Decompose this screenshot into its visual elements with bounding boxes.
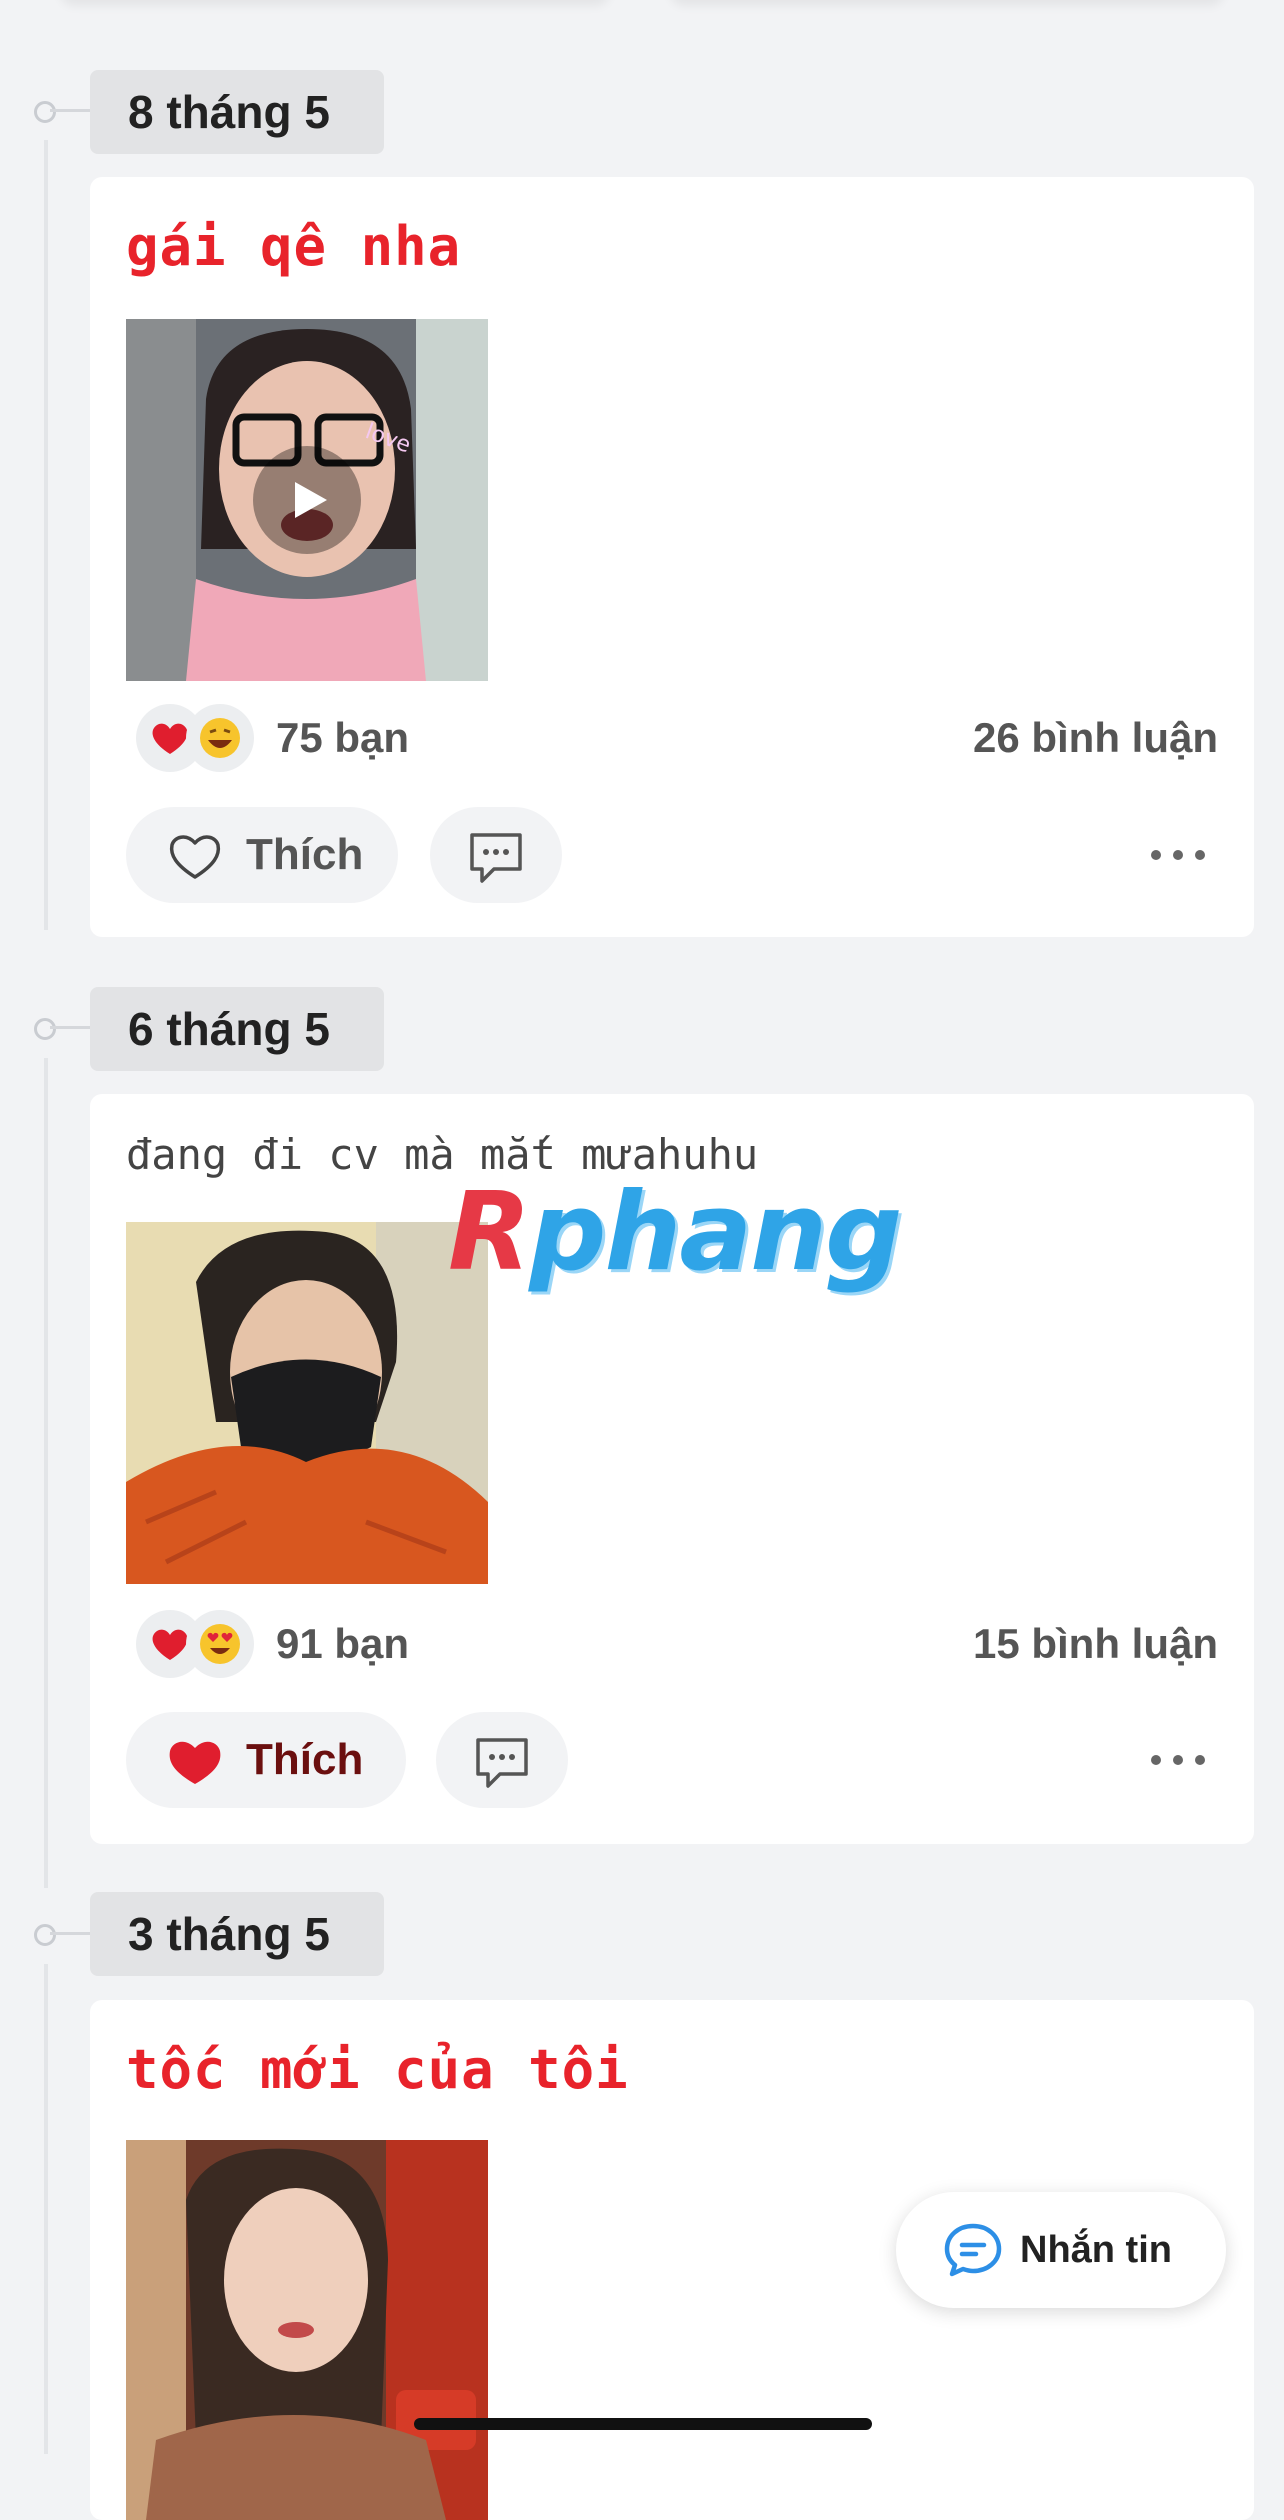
chat-bubble-icon — [944, 2223, 1002, 2277]
comment-button[interactable] — [436, 1712, 568, 1808]
home-indicator[interactable] — [414, 2418, 872, 2430]
timeline-connector — [50, 1026, 90, 1029]
like-label: Thích — [246, 1735, 364, 1784]
comment-count[interactable]: 15 bình luận — [973, 1606, 1218, 1682]
laughing-face-icon — [186, 704, 254, 772]
play-icon[interactable] — [253, 446, 361, 554]
timeline-line — [44, 1058, 48, 1888]
timeline-line — [44, 1964, 48, 2454]
heart-filled-icon — [169, 1741, 221, 1784]
reaction-count: 91 bạn — [276, 1620, 410, 1667]
reaction-summary[interactable]: 91 bạn 15 bình luận — [126, 1606, 1218, 1682]
reaction-summary[interactable]: 75 bạn 26 bình luận — [126, 700, 1218, 776]
comment-button[interactable] — [430, 807, 562, 903]
post-actions: Thích — [126, 1712, 1218, 1808]
more-options-icon[interactable] — [1148, 843, 1208, 867]
date-label: 3 tháng 5 — [90, 1892, 384, 1976]
timeline-dot — [34, 1924, 56, 1946]
heart-outline-icon — [169, 835, 221, 879]
more-options-icon[interactable] — [1148, 1748, 1208, 1772]
post-video-thumbnail[interactable]: love — [126, 319, 488, 681]
post-actions: Thích — [126, 807, 1218, 903]
timeline-dot — [34, 1018, 56, 1040]
timeline-connector — [50, 1932, 90, 1935]
like-button[interactable]: Thích — [126, 1712, 406, 1808]
timeline-dot — [34, 101, 56, 123]
comment-count[interactable]: 26 bình luận — [973, 700, 1218, 776]
like-button[interactable]: Thích — [126, 807, 398, 903]
post-card: gái qê nha love 75 bạn 26 bình luận Thíc… — [90, 177, 1254, 937]
post-caption: tốc mới của tôi — [126, 2038, 629, 2101]
comment-icon — [476, 1738, 528, 1788]
message-button[interactable]: Nhắn tin — [896, 2192, 1226, 2308]
like-label: Thích — [246, 830, 364, 879]
reaction-count: 75 bạn — [276, 714, 410, 761]
post-photo-thumbnail[interactable] — [126, 2140, 488, 2520]
post-photo-thumbnail[interactable] — [126, 1222, 488, 1584]
message-button-label: Nhắn tin — [1020, 2229, 1172, 2271]
heart-eyes-face-icon — [186, 1610, 254, 1678]
timeline-connector — [50, 109, 90, 112]
watermark-logo: Rphang — [448, 1170, 902, 1295]
date-label: 8 tháng 5 — [90, 70, 384, 154]
timeline-line — [44, 140, 48, 930]
comment-icon — [470, 833, 522, 883]
date-label: 6 tháng 5 — [90, 987, 384, 1071]
post-caption: gái qê nha — [126, 215, 462, 278]
